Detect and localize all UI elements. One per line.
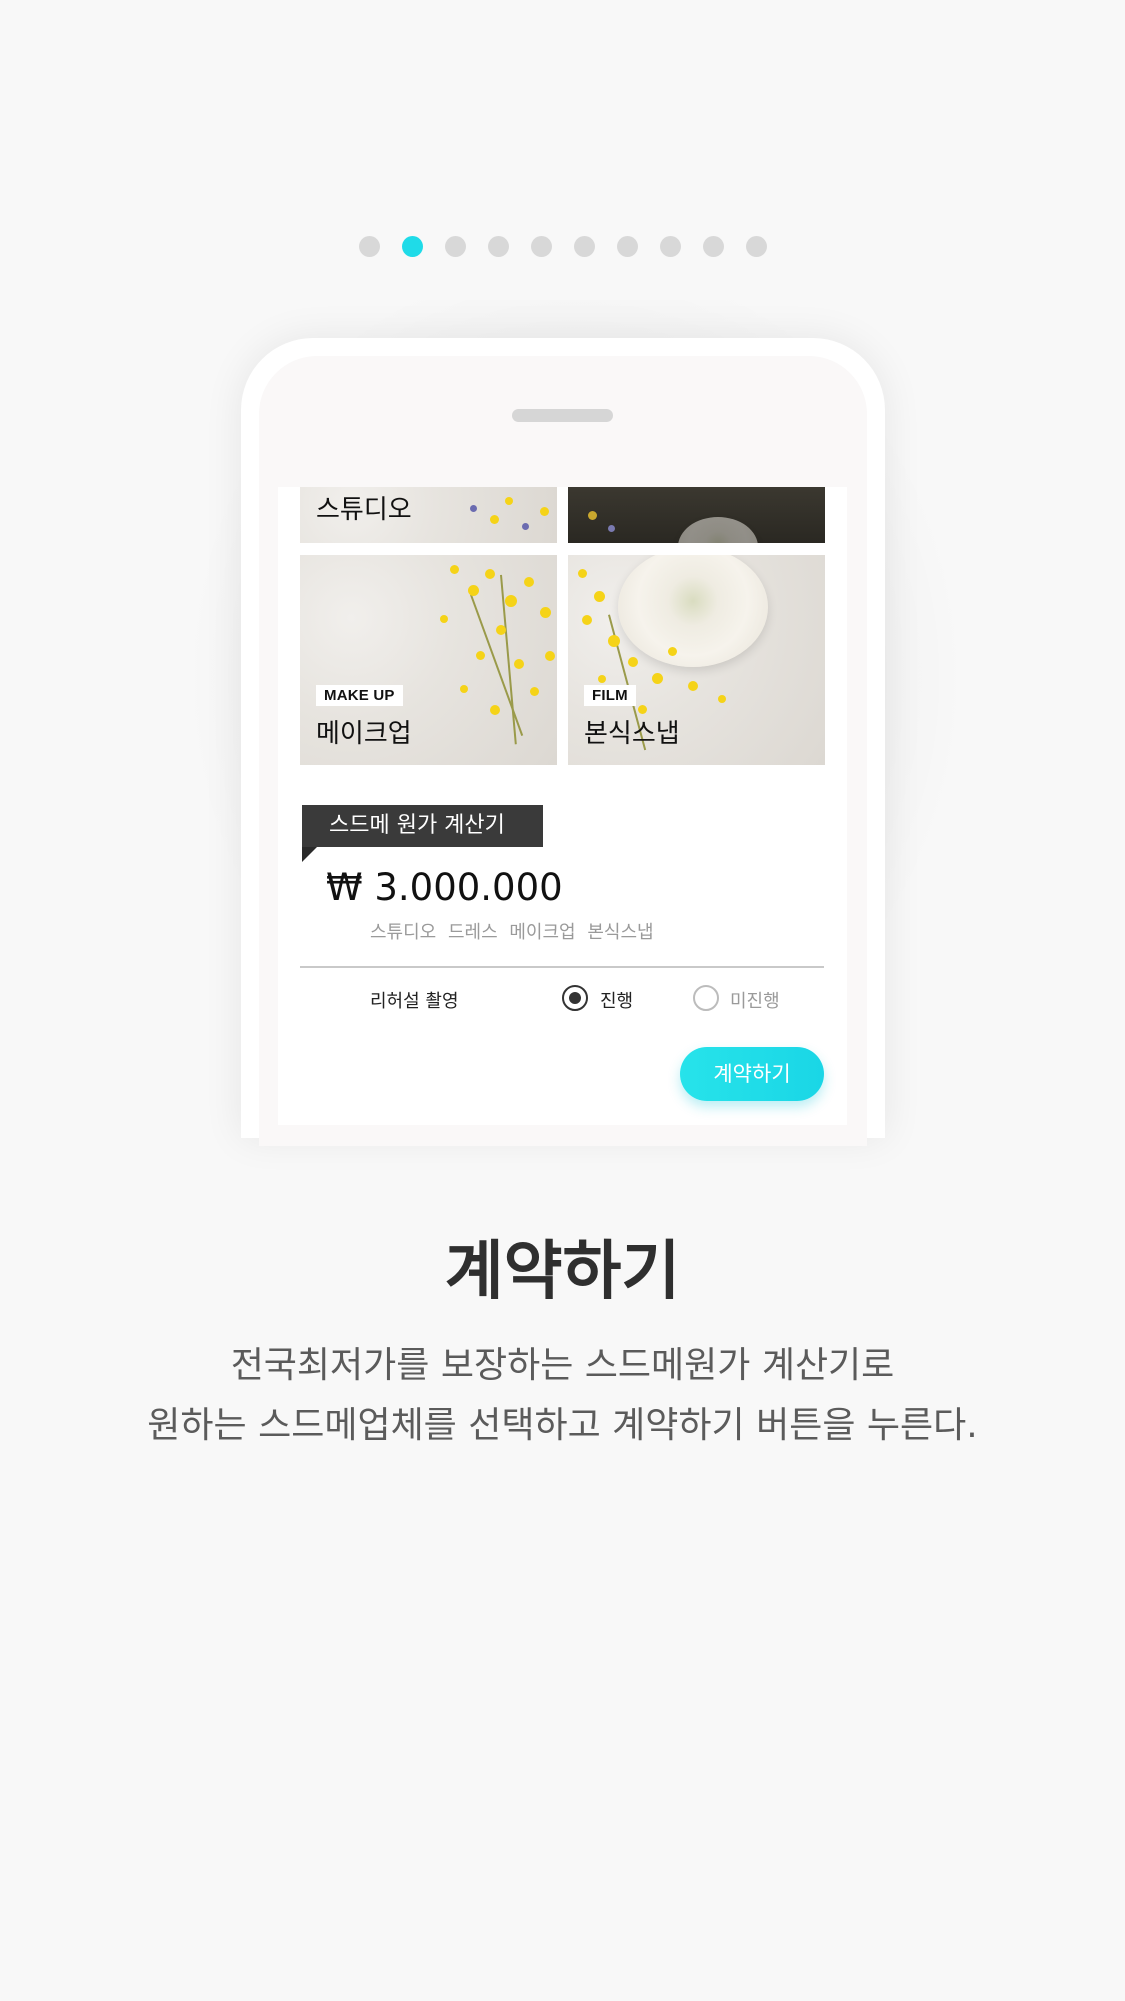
page-dot[interactable] [531, 236, 552, 257]
price-breakdown: 스튜디오 드레스 메이크업 본식스냅 [370, 922, 654, 943]
flower-decoration [652, 673, 663, 684]
page-dot[interactable] [617, 236, 638, 257]
calculator-title-tail [302, 847, 317, 862]
flower-decoration [490, 705, 500, 715]
flower-decoration [490, 515, 499, 524]
flower-decoration [530, 687, 539, 696]
flower-decoration [718, 695, 726, 703]
page-dot[interactable] [703, 236, 724, 257]
page-dot[interactable] [660, 236, 681, 257]
page-dot[interactable] [488, 236, 509, 257]
flower-decoration [476, 651, 485, 660]
flower-decoration [678, 517, 758, 543]
flower-decoration [608, 635, 620, 647]
rehearsal-label: 리허설 촬영 [370, 991, 459, 1012]
phone-speaker [512, 409, 613, 422]
tile-studio[interactable]: 스튜디오 [300, 487, 557, 543]
flower-decoration [496, 625, 506, 635]
flower-decoration [540, 607, 551, 618]
flower-decoration [522, 523, 529, 530]
tile-title: 스튜디오 [316, 495, 412, 525]
tile-dress[interactable] [568, 487, 825, 543]
flower-decoration [505, 595, 517, 607]
page-title: 계약하기 [444, 1235, 681, 1309]
page-dot[interactable] [445, 236, 466, 257]
flower-decoration [594, 591, 605, 602]
flower-decoration [598, 675, 606, 683]
flower-decoration [588, 511, 597, 520]
flower-decoration [514, 659, 524, 669]
rehearsal-radio-no[interactable] [693, 985, 719, 1011]
flower-decoration [668, 647, 677, 656]
rehearsal-option-yes[interactable]: 진행 [600, 987, 633, 1013]
flower-decoration [450, 565, 459, 574]
flower-decoration [485, 569, 495, 579]
flower-decoration [608, 525, 615, 532]
flower-decoration [582, 615, 592, 625]
divider [300, 966, 824, 968]
flower-decoration [628, 657, 638, 667]
tile-title: 메이크업 [316, 719, 412, 749]
flower-decoration [470, 505, 477, 512]
flower-decoration [440, 615, 448, 623]
tile-snap[interactable]: FILM 본식스냅 [568, 555, 825, 765]
tile-title: 본식스냅 [584, 719, 680, 749]
tile-makeup[interactable]: MAKE UP 메이크업 [300, 555, 557, 765]
page-dot[interactable] [574, 236, 595, 257]
tile-tag: MAKE UP [316, 685, 403, 706]
total-price: ₩ 3.000.000 [326, 866, 563, 909]
description-line-2: 원하는 스드메업체를 선택하고 계약하기 버튼을 누른다. [147, 1405, 978, 1446]
flower-decoration [578, 569, 587, 578]
flower-decoration [524, 577, 534, 587]
flower-decoration [545, 651, 555, 661]
description-line-1: 전국최저가를 보장하는 스드메원가 계산기로 [230, 1345, 895, 1386]
tile-tag: FILM [584, 685, 636, 706]
calculator-title: 스드메 원가 계산기 [302, 805, 543, 847]
rehearsal-option-no[interactable]: 미진행 [730, 987, 780, 1013]
page-dot-active[interactable] [402, 236, 423, 257]
flower-decoration [540, 507, 549, 516]
page-indicator [0, 236, 1125, 258]
rehearsal-radio-yes[interactable] [562, 985, 588, 1011]
flower-decoration [618, 555, 768, 667]
page-dot[interactable] [359, 236, 380, 257]
page-dot[interactable] [746, 236, 767, 257]
flower-decoration [460, 685, 468, 693]
flower-decoration [505, 497, 513, 505]
contract-button[interactable]: 계약하기 [680, 1047, 824, 1101]
flower-decoration [688, 681, 698, 691]
flower-decoration [468, 585, 479, 596]
